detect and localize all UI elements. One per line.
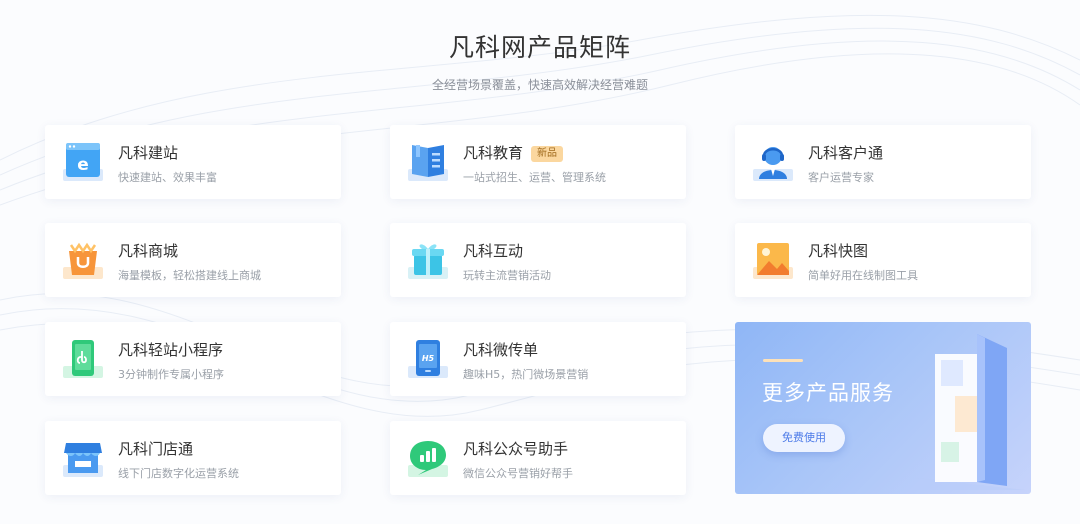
image-picture-icon [751, 237, 795, 283]
product-card-education[interactable]: 凡科教育 新品 一站式招生、运营、管理系统 [390, 125, 686, 199]
product-card-customer[interactable]: 凡科客户通 客户运营专家 [735, 125, 1031, 199]
promo-title: 更多产品服务 [762, 381, 894, 405]
product-card-website[interactable]: e 凡科建站 快速建站、效果丰富 [45, 125, 341, 199]
free-use-button[interactable]: 免费使用 [763, 424, 845, 452]
product-name: 凡科教育 新品 [463, 142, 564, 163]
product-card-interactive[interactable]: 凡科互动 玩转主流营销活动 [390, 223, 686, 297]
product-name-text: 凡科教育 [463, 144, 524, 162]
chat-bubble-chart-icon [406, 435, 450, 481]
product-card-flyer[interactable]: H5 凡科微传单 趣味H5，热门微场景营销 [390, 322, 686, 396]
product-card-official-account[interactable]: 凡科公众号助手 微信公众号营销好帮手 [390, 421, 686, 495]
new-badge: 新品 [531, 146, 564, 162]
more-products-promo[interactable]: 更多产品服务 免费使用 [735, 322, 1031, 494]
product-desc: 快速建站、效果丰富 [118, 171, 217, 184]
product-name: 凡科快图 [808, 242, 869, 260]
product-desc: 线下门店数字化运营系统 [118, 467, 239, 480]
product-name: 凡科轻站小程序 [118, 341, 224, 359]
education-book-icon [406, 139, 450, 185]
product-card-mall[interactable]: 凡科商城 海量模板，轻松搭建线上商城 [45, 223, 341, 297]
promo-accent-line [763, 359, 803, 362]
product-desc: 海量模板，轻松搭建线上商城 [118, 269, 261, 282]
product-card-store[interactable]: 凡科门店通 线下门店数字化运营系统 [45, 421, 341, 495]
product-desc: 简单好用在线制图工具 [808, 269, 918, 282]
product-name: 凡科建站 [118, 144, 179, 162]
storefront-icon [61, 435, 105, 481]
product-name: 凡科公众号助手 [463, 440, 569, 458]
open-door-illustration [915, 334, 1025, 490]
h5-flyer-icon: H5 [406, 336, 450, 382]
product-desc: 微信公众号营销好帮手 [463, 467, 573, 480]
shopping-bag-icon [61, 237, 105, 283]
product-card-quickimage[interactable]: 凡科快图 简单好用在线制图工具 [735, 223, 1031, 297]
product-name: 凡科微传单 [463, 341, 539, 359]
product-desc: 趣味H5，热门微场景营销 [463, 368, 589, 381]
product-desc: 一站式招生、运营、管理系统 [463, 171, 606, 184]
product-name: 凡科门店通 [118, 440, 194, 458]
h5-icon-text: H5 [422, 354, 435, 363]
product-card-miniprogram[interactable]: 凡科轻站小程序 3分钟制作专属小程序 [45, 322, 341, 396]
website-icon: e [61, 139, 105, 185]
product-desc: 客户运营专家 [808, 171, 874, 184]
product-desc: 玩转主流营销活动 [463, 269, 551, 282]
svg-text:e: e [77, 155, 89, 175]
product-name: 凡科互动 [463, 242, 524, 260]
product-name: 凡科商城 [118, 242, 179, 260]
mini-program-icon [61, 336, 105, 382]
product-desc: 3分钟制作专属小程序 [118, 368, 224, 381]
product-grid: e 凡科建站 快速建站、效果丰富 凡科教育 新品 一站式招生、运营、管理系统 凡… [0, 0, 1080, 524]
gift-box-icon [406, 237, 450, 283]
product-name: 凡科客户通 [808, 144, 884, 162]
customer-service-icon [751, 139, 795, 185]
